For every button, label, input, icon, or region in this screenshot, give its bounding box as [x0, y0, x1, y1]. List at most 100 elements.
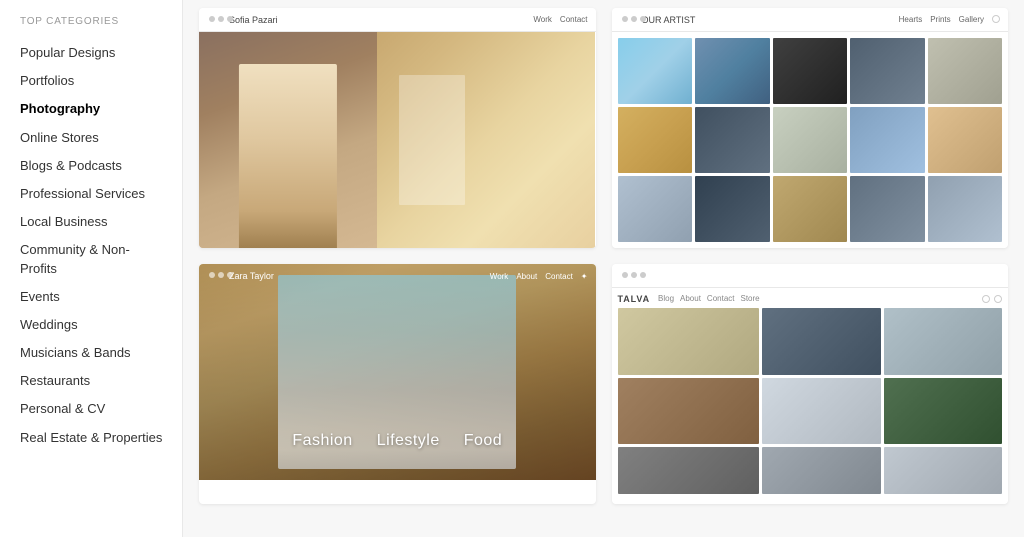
nav-blog: Blog [658, 294, 674, 304]
main-content: Sofia Pazari Work Contact [183, 0, 1024, 537]
sidebar-item-real-estate[interactable]: Real Estate & Properties [20, 424, 166, 452]
talva-photo-5 [762, 378, 880, 445]
window-dots-fashion [209, 272, 233, 278]
talva-photo-9 [884, 447, 1002, 494]
photo-cell-5 [928, 38, 1003, 104]
photo-cell-7 [695, 107, 770, 173]
sidebar-item-portfolios[interactable]: Portfolios [20, 67, 166, 95]
photo-cell-1 [618, 38, 693, 104]
window-dots-photogrid [622, 16, 646, 22]
window-dots-talva [622, 272, 646, 278]
dot-green [227, 272, 233, 278]
dot-green [227, 16, 233, 22]
dot-yellow [631, 16, 637, 22]
circle-icon-2 [994, 295, 1002, 303]
dot-yellow [218, 16, 224, 22]
photo-cell-12 [695, 176, 770, 242]
fashion-text-overlay: Fashion Lifestyle Food [292, 432, 502, 450]
circle-icon-1 [982, 295, 990, 303]
window-dots-sofia [209, 16, 233, 22]
nav-contact: Contact [707, 294, 735, 304]
browser-bar-photogrid: OUR ARTIST Hearts Prints Gallery [612, 8, 1009, 32]
photo-cell-3 [773, 38, 848, 104]
photo-cell-9 [850, 107, 925, 173]
photo-grid-content [612, 32, 1009, 248]
card-title-sofia: Sofia Pazari [229, 15, 278, 25]
dot-yellow [631, 272, 637, 278]
sofia-person-photo [199, 32, 377, 248]
talva-photo-8 [762, 447, 880, 494]
social-icon: ✦ [581, 272, 588, 281]
sofia-photo-left [199, 32, 377, 248]
browser-bar-fashion: Zara Taylor Work About Contact ✦ [199, 264, 596, 288]
nav-contact: Contact [545, 272, 573, 281]
photo-cell-6 [618, 107, 693, 173]
nav-contact: Contact [560, 15, 588, 24]
photo-cell-4 [850, 38, 925, 104]
dot-red [622, 272, 628, 278]
nav-about: About [516, 272, 537, 281]
nav-about: About [680, 294, 701, 304]
sofia-preview [199, 32, 596, 248]
card-nav-sofia: Work Contact [533, 15, 587, 24]
sofia-interior-photo [377, 32, 595, 248]
sidebar-item-professional-services[interactable]: Professional Services [20, 180, 166, 208]
nav-work: Work [533, 15, 552, 24]
template-card-photogrid[interactable]: OUR ARTIST Hearts Prints Gallery [612, 8, 1009, 248]
food-label: Food [464, 432, 502, 450]
sidebar-item-photography[interactable]: Photography [20, 95, 166, 123]
sidebar: TOP CATEGORIES Popular Designs Portfolio… [0, 0, 183, 537]
photo-cell-11 [618, 176, 693, 242]
sidebar-item-online-stores[interactable]: Online Stores [20, 124, 166, 152]
photo-cell-13 [773, 176, 848, 242]
sofia-photo-right [377, 32, 595, 248]
card-title-photogrid: OUR ARTIST [642, 15, 696, 25]
sidebar-item-events[interactable]: Events [20, 283, 166, 311]
talva-photo-3 [884, 308, 1002, 375]
sidebar-item-popular-designs[interactable]: Popular Designs [20, 39, 166, 67]
photo-cell-10 [928, 107, 1003, 173]
templates-grid: Sofia Pazari Work Contact [199, 8, 1008, 504]
sidebar-item-community-nonprofits[interactable]: Community & Non-Profits [20, 236, 166, 282]
card-nav-fashion: Work About Contact ✦ [490, 264, 588, 288]
template-card-sofia[interactable]: Sofia Pazari Work Contact [199, 8, 596, 248]
photo-cell-14 [850, 176, 925, 242]
template-card-talva[interactable]: TALVA Blog About Contact Store [612, 264, 1009, 504]
template-card-fashion[interactable]: Zara Taylor Work About Contact ✦ Fashion… [199, 264, 596, 504]
talva-navigation: TALVA Blog About Contact Store [618, 292, 1003, 308]
photo-cell-15 [928, 176, 1003, 242]
talva-photo-6 [884, 378, 1002, 445]
browser-bar-sofia: Sofia Pazari Work Contact [199, 8, 596, 32]
sidebar-item-restaurants[interactable]: Restaurants [20, 367, 166, 395]
browser-bar-talva [612, 264, 1009, 288]
talva-brand: TALVA [618, 294, 651, 304]
sidebar-item-blogs-podcasts[interactable]: Blogs & Podcasts [20, 152, 166, 180]
talva-photo-2 [762, 308, 880, 375]
dot-red [622, 16, 628, 22]
nav-work: Work [490, 272, 509, 281]
talva-social-icons [982, 295, 1002, 303]
card-nav-photogrid: Hearts Prints Gallery [899, 15, 1000, 24]
nav-prints: Prints [930, 15, 950, 24]
photo-cell-8 [773, 107, 848, 173]
nav-gallery: Gallery [959, 15, 984, 24]
talva-nav-items: Blog About Contact Store [658, 294, 760, 304]
dot-green [640, 16, 646, 22]
circle-icon [992, 15, 1000, 23]
sidebar-item-local-business[interactable]: Local Business [20, 208, 166, 236]
talva-photo-7 [618, 447, 760, 494]
sidebar-item-personal-cv[interactable]: Personal & CV [20, 395, 166, 423]
sidebar-section-label: TOP CATEGORIES [20, 16, 166, 27]
dot-red [209, 272, 215, 278]
dot-red [209, 16, 215, 22]
card-title-fashion: Zara Taylor [229, 271, 274, 281]
talva-preview: TALVA Blog About Contact Store [612, 288, 1009, 504]
lifestyle-label: Lifestyle [377, 432, 440, 450]
talva-photo-4 [618, 378, 760, 445]
nav-hearts: Hearts [899, 15, 923, 24]
talva-nav-left: TALVA Blog About Contact Store [618, 294, 760, 304]
sidebar-item-musicians-bands[interactable]: Musicians & Bands [20, 339, 166, 367]
talva-photo-1 [618, 308, 760, 375]
photo-cell-2 [695, 38, 770, 104]
sidebar-item-weddings[interactable]: Weddings [20, 311, 166, 339]
